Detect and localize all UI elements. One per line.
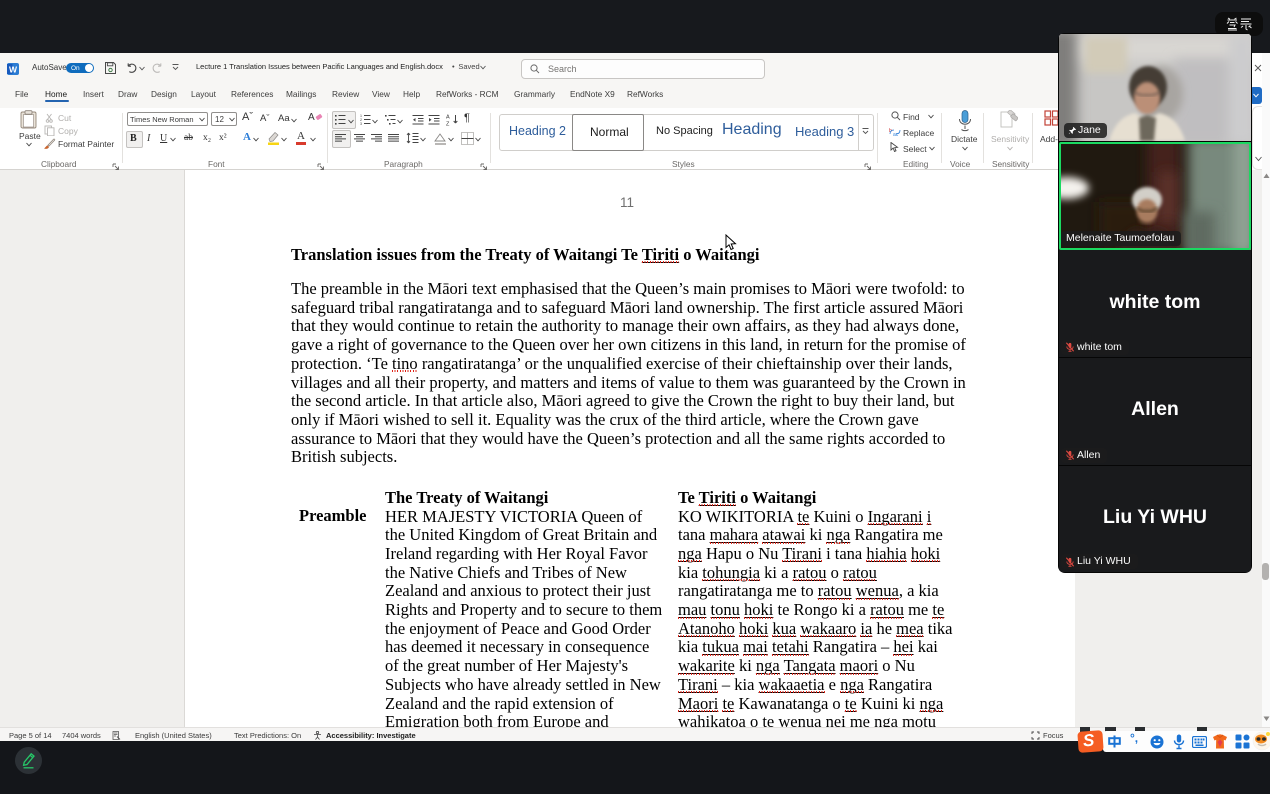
svg-text:ac: ac	[893, 132, 899, 137]
svg-text:Z: Z	[446, 122, 450, 127]
svg-text:3: 3	[360, 122, 362, 125]
svg-text:W: W	[9, 64, 18, 74]
svg-text:A: A	[446, 115, 450, 121]
